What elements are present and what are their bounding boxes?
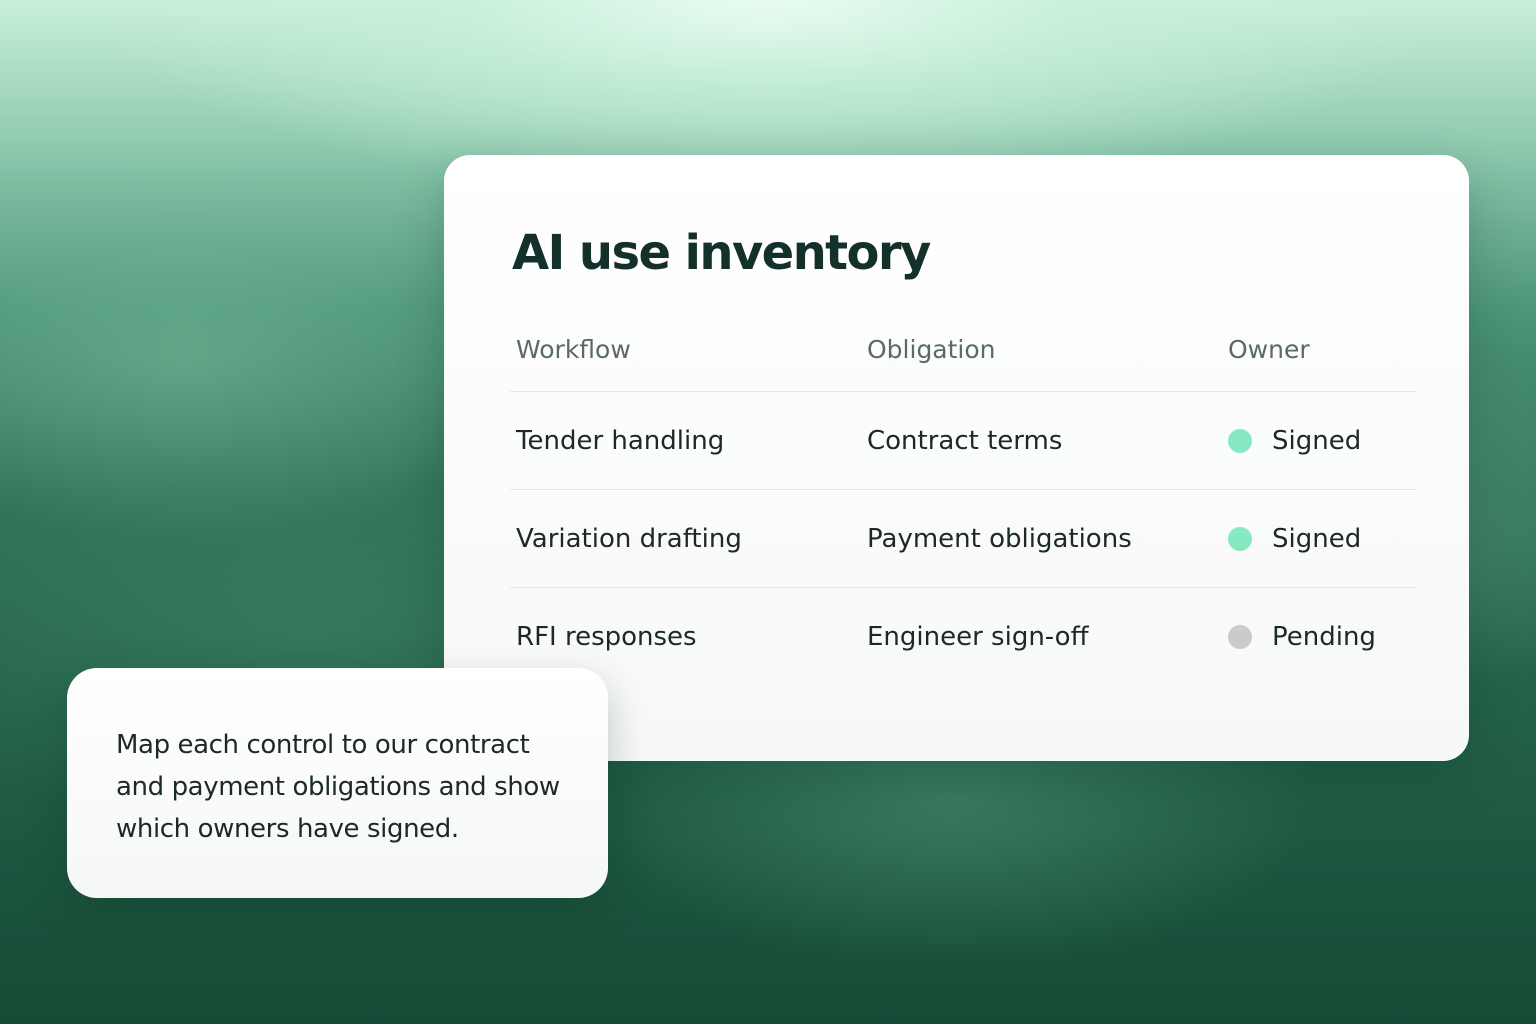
inventory-table: Workflow Obligation Owner Tender handlin… bbox=[510, 315, 1416, 685]
column-header-obligation: Obligation bbox=[867, 335, 996, 364]
table-row[interactable]: RFI responses Engineer sign-off Pending bbox=[510, 588, 1416, 685]
owner-cell: Signed bbox=[1228, 392, 1361, 489]
obligation-cell: Engineer sign-off bbox=[867, 621, 1089, 652]
obligation-cell: Payment obligations bbox=[867, 523, 1132, 554]
status-dot-icon bbox=[1228, 624, 1252, 649]
table-row[interactable]: Variation drafting Payment obligations S… bbox=[510, 490, 1416, 588]
owner-status-label: Pending bbox=[1272, 621, 1376, 652]
owner-cell: Signed bbox=[1228, 490, 1361, 587]
status-dot-icon bbox=[1228, 428, 1252, 453]
card-title: AI use inventory bbox=[512, 225, 931, 281]
prompt-message-card: Map each control to our contract and pay… bbox=[67, 668, 608, 898]
owner-cell: Pending bbox=[1228, 588, 1376, 685]
table-row[interactable]: Tender handling Contract terms Signed bbox=[510, 392, 1416, 490]
workflow-cell: Variation drafting bbox=[516, 523, 742, 554]
column-header-owner: Owner bbox=[1228, 335, 1310, 364]
table-header-row: Workflow Obligation Owner bbox=[510, 315, 1416, 392]
obligation-cell: Contract terms bbox=[867, 425, 1063, 456]
owner-status-label: Signed bbox=[1272, 425, 1362, 456]
ai-inventory-card: AI use inventory Workflow Obligation Own… bbox=[444, 155, 1469, 761]
prompt-message-text: Map each control to our contract and pay… bbox=[116, 730, 560, 844]
status-dot-icon bbox=[1228, 526, 1252, 551]
workflow-cell: Tender handling bbox=[516, 425, 725, 456]
column-header-workflow: Workflow bbox=[516, 335, 631, 364]
owner-status-label: Signed bbox=[1272, 523, 1362, 554]
